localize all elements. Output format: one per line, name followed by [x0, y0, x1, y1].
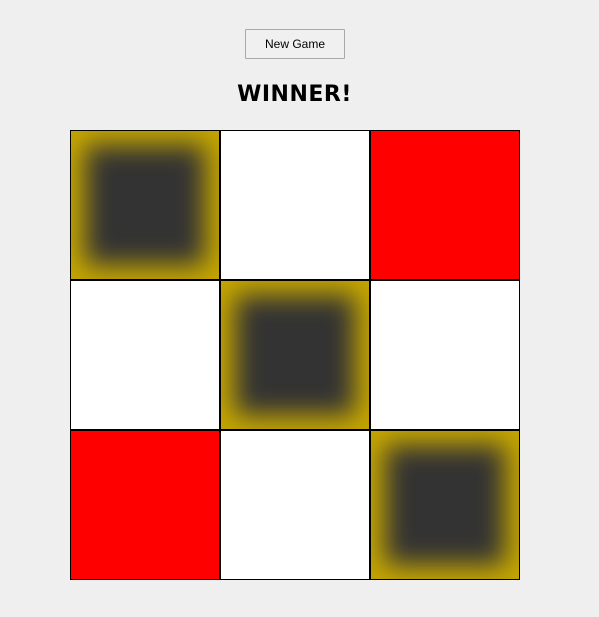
board-cell-9[interactable]	[370, 430, 520, 580]
new-game-button[interactable]: New Game	[245, 29, 345, 59]
board-cell-1[interactable]	[70, 130, 220, 280]
board-cell-3[interactable]	[370, 130, 520, 280]
game-status: WINNER!	[237, 82, 352, 107]
board-cell-6[interactable]	[370, 280, 520, 430]
board-cell-7[interactable]	[70, 430, 220, 580]
game-board	[70, 130, 520, 580]
board-cell-4[interactable]	[70, 280, 220, 430]
board-cell-8[interactable]	[220, 430, 370, 580]
board-cell-5[interactable]	[220, 280, 370, 430]
board-cell-2[interactable]	[220, 130, 370, 280]
